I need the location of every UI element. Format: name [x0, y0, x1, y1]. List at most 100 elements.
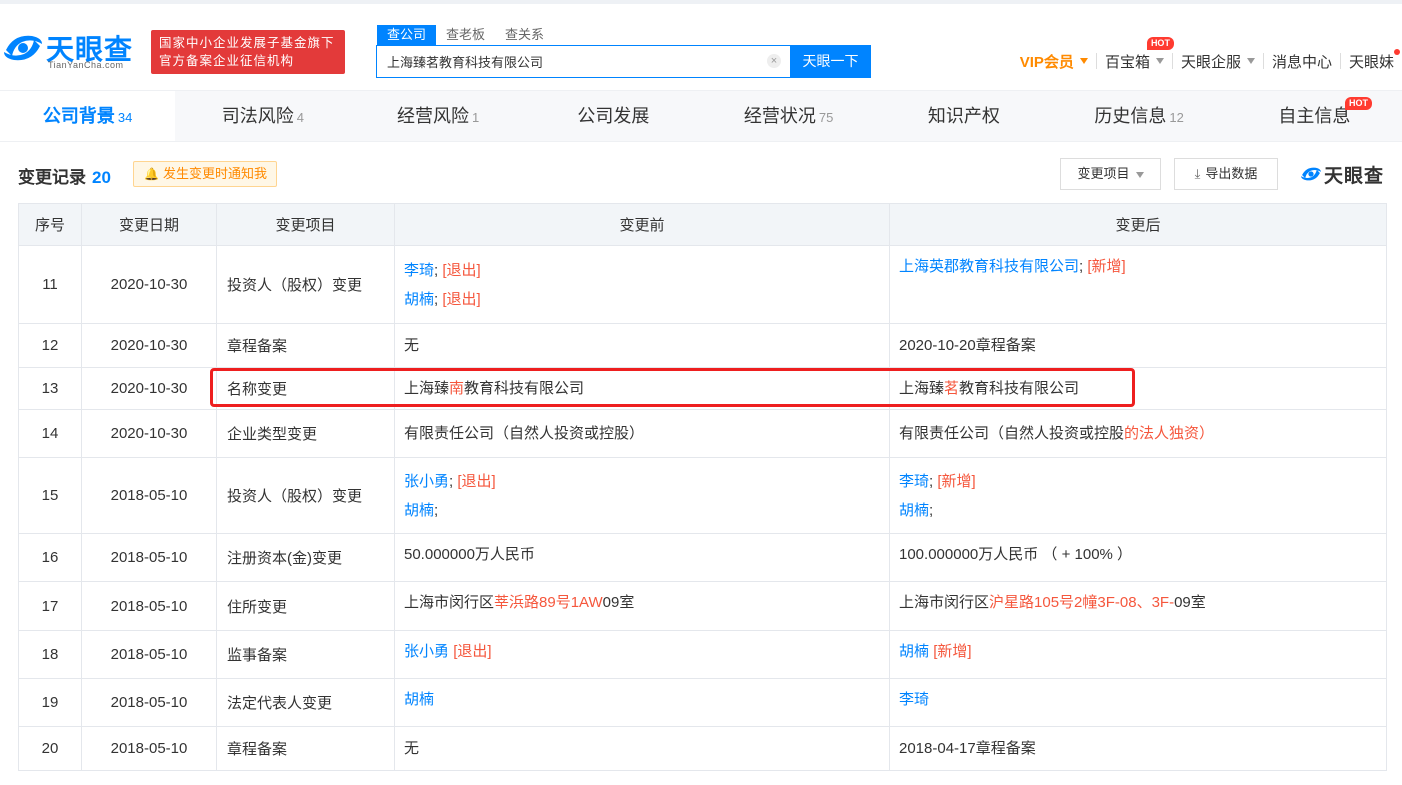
cell-after: 2018-04-17章程备案 [889, 726, 1387, 771]
changed-text: 莘浜路89号1AW [494, 594, 603, 611]
chevron-down-icon [1079, 58, 1088, 64]
person-link[interactable]: 李琦 [404, 262, 434, 279]
name-part: 教育科技有限公司 [464, 380, 585, 397]
messages-label: 消息中心 [1271, 53, 1332, 71]
watermark-text: 天眼查 [1324, 165, 1385, 187]
filter-label: 变更项目 [1077, 166, 1130, 181]
cell-index: 12 [18, 323, 82, 368]
user-menu[interactable]: 天眼妹 [1341, 48, 1402, 72]
cell-before: 胡楠 [394, 678, 890, 727]
enterprise-service-menu[interactable]: 天眼企服 [1173, 51, 1263, 72]
search-button[interactable]: 天眼一下 [790, 45, 871, 78]
table-row: 17 2018-05-10 住所变更 上海市闵行区莘浜路89号1AW09室 上海… [18, 581, 1387, 631]
cell-after: 李琦 [889, 678, 1387, 727]
exit-tag: [退出] [453, 643, 492, 660]
cell-before: 无 [394, 323, 890, 368]
search-input[interactable] [377, 46, 757, 77]
person-link[interactable]: 张小勇 [404, 473, 449, 490]
notification-dot [1394, 48, 1400, 55]
person-link[interactable]: 胡楠 [404, 502, 434, 519]
cell-index: 19 [18, 678, 82, 727]
search-box: × [376, 45, 791, 78]
tab-label: 知识产权 [927, 106, 1000, 126]
tab-label: 公司背景 [42, 106, 115, 126]
clear-icon[interactable]: × [767, 54, 781, 68]
cell-index: 14 [18, 409, 82, 458]
cell-item: 法定代表人变更 [216, 678, 395, 727]
tab-intellectual-property[interactable]: 知识产权 [876, 91, 1051, 141]
vip-menu[interactable]: VIP会员 [1012, 51, 1096, 72]
change-item-filter[interactable]: 变更项目 [1060, 158, 1161, 190]
person-link[interactable]: 李琦 [899, 691, 929, 708]
cell-item: 住所变更 [216, 581, 395, 631]
changed-char: 茗 [944, 380, 960, 397]
changed-text: 的法人独资） [1124, 425, 1215, 442]
col-header-item: 变更项目 [216, 203, 395, 246]
search-tab-company[interactable]: 查公司 [377, 25, 437, 45]
table-row: 12 2020-10-30 章程备案 无 2020-10-20章程备案 [18, 323, 1387, 368]
table-row: 20 2018-05-10 章程备案 无 2018-04-17章程备案 [18, 726, 1387, 771]
person-link[interactable]: 胡楠 [899, 502, 929, 519]
treasure-label: 百宝箱 [1104, 53, 1150, 71]
tianyancha-logo[interactable]: 天眼查 TianYanCha.com [0, 26, 140, 74]
notify-label: 发生变更时通知我 [162, 166, 267, 181]
notify-on-change-button[interactable]: 🔔 发生变更时通知我 [133, 161, 277, 187]
person-link[interactable]: 胡楠 [404, 291, 434, 308]
cell-item: 投资人（股权）变更 [216, 457, 395, 534]
vip-label: VIP会员 [1019, 53, 1074, 71]
user-name: 天眼妹 [1348, 53, 1394, 71]
col-header-date: 变更日期 [81, 203, 217, 246]
tab-label: 自主信息 [1278, 106, 1351, 126]
section-title-text: 变更记录 [18, 168, 86, 187]
banner-line-1: 国家中小企业发展子基金旗下 [159, 36, 335, 50]
person-link[interactable]: 胡楠 [404, 691, 434, 708]
tab-count: 34 [117, 110, 133, 125]
tab-operating-status[interactable]: 经营状况 75 [701, 91, 876, 141]
enterprise-label: 天眼企服 [1180, 53, 1241, 71]
tab-judicial-risk[interactable]: 司法风险 4 [175, 91, 350, 141]
cell-before: 张小勇; [退出] 胡楠; [394, 457, 890, 534]
tab-label: 历史信息 [1094, 106, 1167, 126]
section-title: 变更记录 20 [18, 163, 111, 188]
tab-self-info[interactable]: 自主信息 HOT [1227, 91, 1402, 141]
tab-count: 12 [1169, 110, 1184, 125]
address-part: 09室 [602, 594, 635, 611]
tab-label: 经营状况 [743, 106, 816, 126]
person-link[interactable]: 李琦 [899, 473, 929, 490]
cell-after: 上海市闵行区沪星路105号2幢3F-08、3F-09室 [889, 581, 1387, 631]
treasure-menu[interactable]: 百宝箱 HOT [1097, 36, 1174, 72]
cell-item: 投资人（股权）变更 [216, 245, 395, 324]
company-link[interactable]: 上海英郡教育科技有限公司 [899, 258, 1079, 275]
table-header-row: 序号 变更日期 变更项目 变更前 变更后 [18, 203, 1387, 246]
export-data-button[interactable]: ⤓ 导出数据 [1174, 158, 1278, 190]
name-part: 上海臻 [899, 380, 945, 397]
search-tab-relation[interactable]: 查关系 [495, 25, 554, 45]
tab-history-info[interactable]: 历史信息 12 [1052, 91, 1227, 141]
tab-company-background[interactable]: 公司背景 34 [0, 91, 176, 141]
person-link[interactable]: 张小勇 [404, 643, 449, 660]
address-part: 上海市闵行区 [404, 594, 495, 611]
cell-before: 李琦; [退出] 胡楠; [退出] [394, 245, 890, 324]
table-row: 15 2018-05-10 投资人（股权）变更 张小勇; [退出] 胡楠; 李琦… [18, 457, 1387, 534]
cell-before: 张小勇 [退出] [394, 630, 890, 679]
person-link[interactable]: 胡楠 [899, 643, 929, 660]
message-center-link[interactable]: 消息中心 [1264, 51, 1340, 72]
cell-before: 有限责任公司（自然人投资或控股） [394, 409, 890, 458]
official-banner: 国家中小企业发展子基金旗下 官方备案企业征信机构 [151, 30, 345, 74]
table-row: 18 2018-05-10 监事备案 张小勇 [退出] 胡楠 [新增] [18, 630, 1387, 679]
tab-label: 公司发展 [577, 106, 650, 126]
cell-date: 2018-05-10 [81, 630, 217, 679]
cell-item: 监事备案 [216, 630, 395, 679]
tab-operating-risk[interactable]: 经营风险 1 [351, 91, 526, 141]
cell-item: 注册资本(金)变更 [216, 533, 395, 582]
chevron-down-icon [1155, 58, 1164, 64]
tab-label: 经营风险 [397, 106, 469, 126]
section-count: 20 [92, 168, 111, 187]
logo-domain: TianYanCha.com [48, 60, 124, 70]
tab-company-development[interactable]: 公司发展 [526, 91, 701, 141]
tab-count: 4 [296, 110, 304, 125]
tab-count: 1 [472, 110, 480, 125]
banner-line-2: 官方备案企业征信机构 [159, 54, 295, 68]
cell-date: 2018-05-10 [81, 457, 217, 534]
search-tab-boss[interactable]: 查老板 [436, 25, 495, 45]
